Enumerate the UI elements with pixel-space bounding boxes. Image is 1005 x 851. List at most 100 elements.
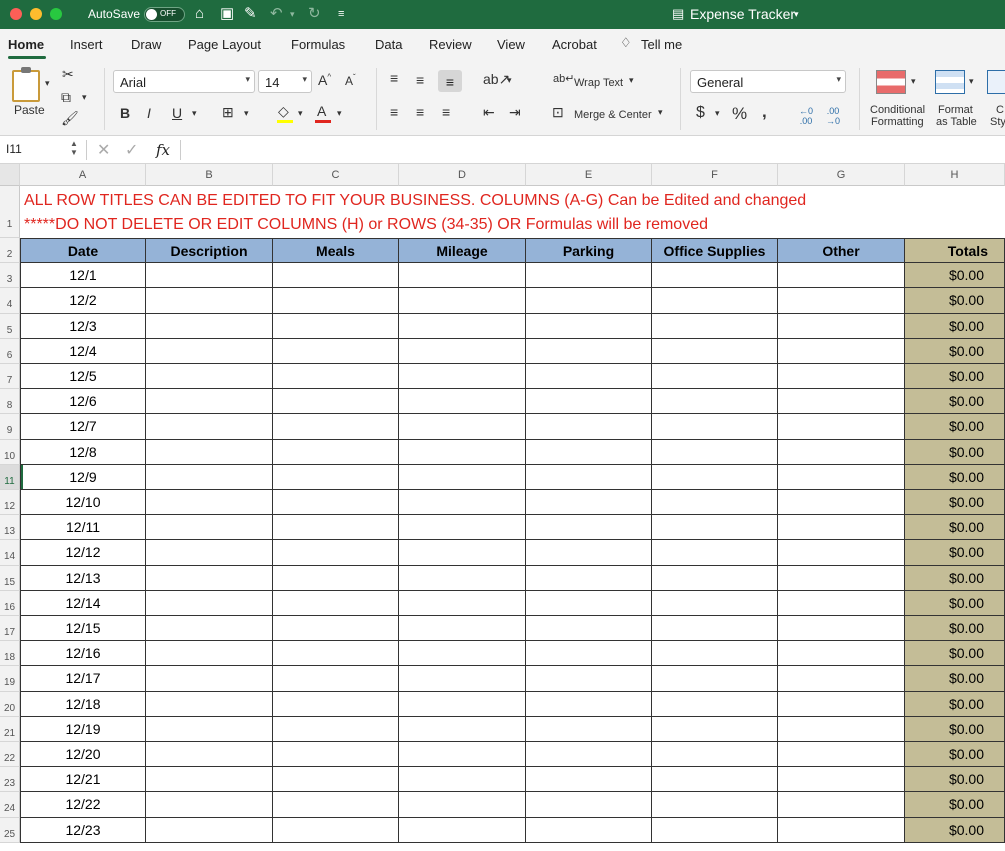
chevron-down-icon[interactable]: ▾ bbox=[969, 76, 974, 87]
table-cell[interactable] bbox=[146, 263, 273, 289]
zoom-window-button[interactable] bbox=[50, 8, 62, 20]
date-cell[interactable]: 12/14 bbox=[20, 590, 146, 616]
table-cell[interactable] bbox=[652, 389, 778, 415]
tab-home[interactable]: Home bbox=[8, 37, 44, 52]
chevron-down-icon[interactable]: ▾ bbox=[337, 108, 342, 119]
table-cell[interactable] bbox=[146, 716, 273, 742]
date-cell[interactable]: 12/17 bbox=[20, 666, 146, 692]
close-window-button[interactable] bbox=[10, 8, 22, 20]
table-cell[interactable] bbox=[526, 716, 652, 742]
date-cell[interactable]: 12/23 bbox=[20, 817, 146, 843]
redo-icon[interactable]: ↻ bbox=[308, 4, 321, 24]
format-as-table-label-1[interactable]: Format bbox=[938, 104, 973, 116]
total-cell[interactable]: $0.00 bbox=[905, 792, 1005, 818]
total-cell[interactable]: $0.00 bbox=[905, 691, 1005, 717]
date-cell[interactable]: 12/16 bbox=[20, 641, 146, 667]
row-header[interactable]: 22 bbox=[0, 742, 20, 768]
increase-indent-icon[interactable]: ⇥ bbox=[509, 104, 521, 121]
percent-style-icon[interactable]: % bbox=[732, 104, 747, 124]
column-header-a[interactable]: A bbox=[20, 164, 146, 186]
table-cell[interactable] bbox=[273, 464, 399, 490]
table-cell[interactable] bbox=[526, 691, 652, 717]
chevron-down-icon[interactable]: ▾ bbox=[192, 108, 197, 119]
row-header[interactable]: 15 bbox=[0, 565, 20, 591]
bold-button[interactable]: B bbox=[120, 105, 130, 121]
undo-icon[interactable]: ↶ bbox=[270, 4, 283, 24]
table-cell[interactable] bbox=[399, 641, 526, 667]
table-cell[interactable] bbox=[399, 439, 526, 465]
table-cell[interactable] bbox=[399, 490, 526, 516]
align-top-icon[interactable]: ≡ bbox=[390, 70, 398, 86]
table-cell[interactable] bbox=[526, 540, 652, 566]
table-cell[interactable] bbox=[778, 565, 905, 591]
table-cell[interactable] bbox=[273, 792, 399, 818]
tab-insert[interactable]: Insert bbox=[70, 37, 103, 52]
cut-icon[interactable]: ✂ bbox=[62, 66, 74, 83]
table-cell[interactable] bbox=[399, 338, 526, 364]
row-header[interactable]: 13 bbox=[0, 515, 20, 541]
table-cell[interactable] bbox=[526, 817, 652, 843]
date-cell[interactable]: 12/9 bbox=[20, 464, 146, 490]
font-size-dropdown[interactable]: 14 ▾ bbox=[258, 70, 312, 93]
table-cell[interactable] bbox=[652, 641, 778, 667]
table-cell[interactable] bbox=[778, 364, 905, 390]
save-icon[interactable]: ▣ bbox=[220, 4, 234, 24]
column-header-d[interactable]: D bbox=[399, 164, 526, 186]
table-cell[interactable] bbox=[273, 742, 399, 768]
total-cell[interactable]: $0.00 bbox=[905, 364, 1005, 390]
total-cell[interactable]: $0.00 bbox=[905, 414, 1005, 440]
font-color-icon[interactable]: A bbox=[317, 103, 326, 119]
table-cell[interactable] bbox=[652, 414, 778, 440]
total-cell[interactable]: $0.00 bbox=[905, 742, 1005, 768]
underline-button[interactable]: U bbox=[172, 105, 182, 121]
row-header[interactable]: 9 bbox=[0, 414, 20, 440]
table-cell[interactable] bbox=[652, 288, 778, 314]
table-cell[interactable] bbox=[146, 641, 273, 667]
table-cell[interactable] bbox=[652, 338, 778, 364]
cancel-icon[interactable]: ✕ bbox=[97, 140, 110, 160]
table-cell[interactable] bbox=[652, 616, 778, 642]
table-cell[interactable] bbox=[273, 263, 399, 289]
row-header[interactable]: 10 bbox=[0, 439, 20, 465]
table-cell[interactable] bbox=[146, 338, 273, 364]
cell-styles-label-2[interactable]: Sty bbox=[990, 116, 1005, 128]
date-cell[interactable]: 12/15 bbox=[20, 616, 146, 642]
table-cell[interactable] bbox=[526, 767, 652, 793]
copy-icon[interactable]: ⧉ bbox=[61, 89, 71, 106]
wrap-text-icon[interactable]: ab↵ bbox=[553, 72, 574, 85]
table-cell[interactable] bbox=[273, 590, 399, 616]
table-cell[interactable] bbox=[652, 263, 778, 289]
column-header-g[interactable]: G bbox=[778, 164, 905, 186]
table-cell[interactable] bbox=[778, 313, 905, 339]
total-cell[interactable]: $0.00 bbox=[905, 490, 1005, 516]
table-cell[interactable] bbox=[146, 666, 273, 692]
table-cell[interactable] bbox=[399, 616, 526, 642]
customize-toolbar-icon[interactable]: ≡ bbox=[338, 4, 344, 24]
tab-data[interactable]: Data bbox=[375, 37, 402, 52]
table-cell[interactable] bbox=[526, 792, 652, 818]
row-header[interactable]: 14 bbox=[0, 540, 20, 566]
total-cell[interactable]: $0.00 bbox=[905, 389, 1005, 415]
row-header[interactable]: 7 bbox=[0, 364, 20, 390]
total-cell[interactable]: $0.00 bbox=[905, 641, 1005, 667]
table-cell[interactable] bbox=[652, 540, 778, 566]
home-icon[interactable]: ⌂ bbox=[195, 4, 204, 24]
table-cell[interactable] bbox=[778, 641, 905, 667]
total-cell[interactable]: $0.00 bbox=[905, 288, 1005, 314]
tell-me-search[interactable]: Tell me bbox=[641, 37, 682, 52]
table-cell[interactable] bbox=[273, 691, 399, 717]
table-cell[interactable] bbox=[526, 666, 652, 692]
table-cell[interactable] bbox=[273, 288, 399, 314]
date-cell[interactable]: 12/3 bbox=[20, 313, 146, 339]
tab-acrobat[interactable]: Acrobat bbox=[552, 37, 597, 52]
table-cell[interactable] bbox=[652, 767, 778, 793]
table-cell[interactable] bbox=[526, 414, 652, 440]
table-cell[interactable] bbox=[778, 439, 905, 465]
table-cell[interactable] bbox=[399, 590, 526, 616]
increase-decimal-icon[interactable]: ←0.00 bbox=[799, 106, 813, 126]
table-cell[interactable] bbox=[778, 414, 905, 440]
formula-input[interactable] bbox=[188, 142, 988, 158]
table-cell[interactable] bbox=[146, 565, 273, 591]
total-cell[interactable]: $0.00 bbox=[905, 540, 1005, 566]
tab-view[interactable]: View bbox=[497, 37, 525, 52]
